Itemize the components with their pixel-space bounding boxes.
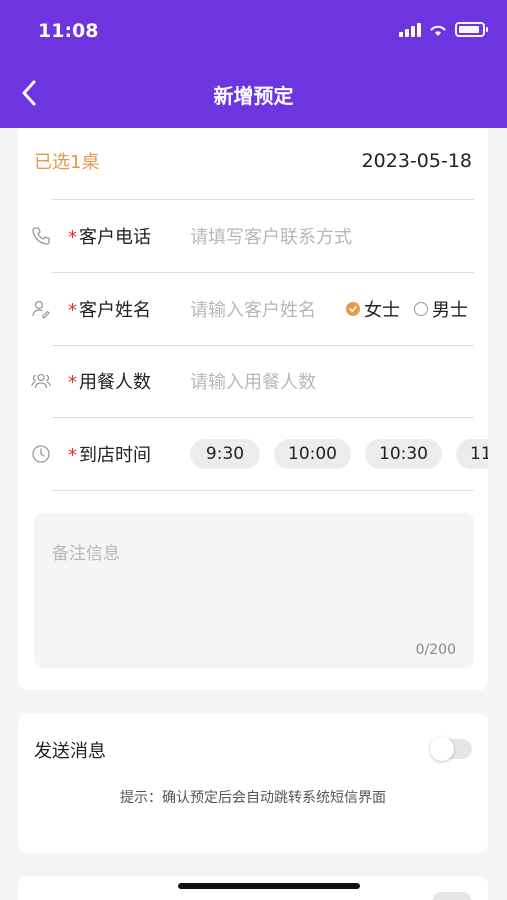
divider (52, 417, 474, 418)
status-icons (399, 22, 488, 37)
notes-placeholder: 备注信息 (52, 544, 120, 564)
time-chip[interactable]: 10:00 (274, 439, 351, 469)
time-chips[interactable]: 9:30 10:00 10:30 11:00 (190, 434, 488, 474)
next-section-toggle[interactable] (432, 892, 472, 900)
status-time: 11:08 (38, 20, 99, 42)
guests-label: * 用餐人数 (68, 372, 151, 393)
reservation-date[interactable]: 2023-05-18 (362, 150, 472, 172)
app-header: 11:08 新增预定 (0, 0, 507, 128)
phone-row: * 客户电话 请填写客户联系方式 (18, 216, 488, 256)
guests-input[interactable]: 请输入用餐人数 (190, 368, 316, 394)
page-title: 新增预定 (213, 84, 294, 108)
radio-unchecked-icon (414, 302, 428, 316)
name-input[interactable]: 请输入客户姓名 (190, 296, 316, 322)
required-mark: * (68, 372, 77, 393)
gender-option-male[interactable]: 男士 (414, 296, 468, 322)
time-chip[interactable]: 9:30 (190, 439, 260, 469)
arrival-label: * 到店时间 (68, 445, 151, 466)
phone-input[interactable]: 请填写客户联系方式 (190, 223, 352, 249)
divider (52, 490, 474, 491)
send-message-toggle[interactable] (430, 737, 472, 761)
user-edit-icon (30, 298, 52, 320)
send-message-card: 发送消息 提示：确认预定后会自动跳转系统短信界面 (18, 713, 488, 853)
gender-selector: 女士 男士 (346, 296, 476, 322)
selected-tables-text[interactable]: 已选1桌 (34, 148, 99, 174)
phone-label: * 客户电话 (68, 227, 151, 248)
guests-row: * 用餐人数 请输入用餐人数 (18, 361, 488, 401)
name-row: * 客户姓名 请输入客户姓名 女士 男士 (18, 289, 488, 329)
required-mark: * (68, 445, 77, 466)
divider (52, 199, 474, 200)
divider (52, 272, 474, 273)
radio-checked-icon (346, 302, 360, 316)
required-mark: * (68, 300, 77, 321)
divider (52, 345, 474, 346)
reservation-form-card: 已选1桌 2023-05-18 * 客户电话 请填写客户联系方式 * 客户姓名 请输… (18, 128, 488, 690)
notes-counter: 0/200 (415, 642, 456, 658)
group-icon (30, 370, 52, 392)
arrival-time-row: *到店时间 9:30 10:00 10:30 11:00 (18, 434, 488, 474)
send-message-tip: 提示：确认预定后会自动跳转系统短信界面 (120, 790, 386, 806)
time-chip[interactable]: 11:00 (456, 439, 488, 469)
toggle-knob (430, 737, 454, 761)
home-indicator (178, 883, 360, 889)
signal-icon (399, 22, 421, 37)
name-label: * 客户姓名 (68, 300, 151, 321)
notes-textarea[interactable]: 备注信息 0/200 (34, 513, 474, 668)
time-chip[interactable]: 10:30 (365, 439, 442, 469)
selection-row: 已选1桌 2023-05-18 (34, 148, 472, 174)
send-message-label: 发送消息 (34, 741, 106, 762)
wifi-icon (430, 25, 446, 36)
required-mark: * (68, 227, 77, 248)
phone-icon (30, 225, 52, 247)
clock-icon (30, 443, 52, 465)
battery-icon (455, 22, 488, 37)
gender-option-female[interactable]: 女士 (346, 296, 400, 322)
